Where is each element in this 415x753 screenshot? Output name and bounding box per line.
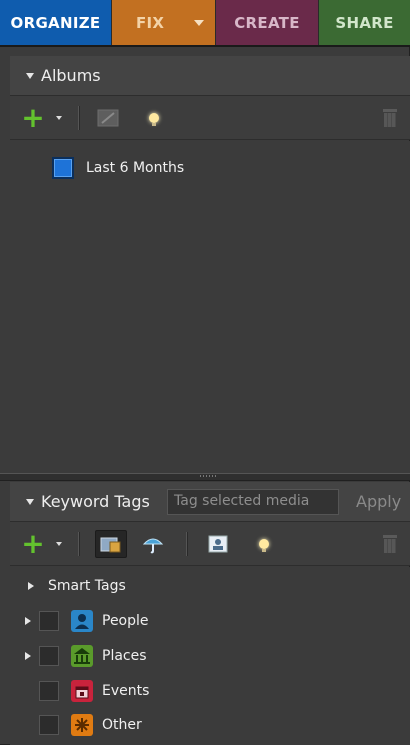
category-label: Events [102,683,150,699]
smart-tags-row[interactable]: Smart Tags [10,569,126,603]
toolbar-separator [186,532,188,556]
add-tag-menu-button[interactable] [54,522,64,565]
category-label: Other [102,717,142,733]
plus-icon: + [21,100,45,134]
tag-cloud-button[interactable] [138,522,168,565]
toolbar-separator [78,532,80,556]
add-album-button[interactable]: + [20,96,46,139]
events-icon [71,680,93,702]
albums-header[interactable]: Albums [10,56,410,96]
people-icon [71,610,93,632]
albums-toolbar: + [10,96,410,140]
lightbulb-icon [259,538,269,552]
other-icon [71,714,93,736]
people-view-button[interactable] [204,522,232,565]
splitter-grip-icon [200,475,216,477]
albums-list: Last 6 Months [10,141,410,473]
fix-dropdown-arrow-icon[interactable] [194,20,204,26]
tag-image-icon [100,537,121,552]
collapse-triangle-icon [26,72,34,79]
delete-tag-button[interactable] [380,522,400,565]
keyword-tags-header[interactable]: Keyword Tags Tag selected media Apply [10,482,410,522]
chevron-down-icon [56,541,62,546]
albums-title: Albums [41,66,101,85]
album-item-label: Last 6 Months [86,160,185,176]
tab-share-label: SHARE [335,13,394,32]
add-tag-button[interactable]: + [20,522,46,565]
category-checkbox[interactable] [39,611,59,631]
delete-album-button[interactable] [380,96,400,139]
tab-share[interactable]: SHARE [318,0,410,45]
tab-create[interactable]: CREATE [215,0,318,45]
keyword-toolbar: + [10,522,410,566]
tag-category-row[interactable]: Events [10,674,149,708]
chevron-down-icon [56,115,62,120]
tab-fix[interactable]: FIX [111,0,215,45]
category-label: People [102,613,149,629]
keyword-tags-title: Keyword Tags [41,492,150,511]
toolbar-separator [78,106,80,130]
album-item[interactable]: Last 6 Months [52,157,184,179]
add-album-menu-button[interactable] [54,96,64,139]
tag-category-row[interactable]: Places [10,639,147,673]
expand-triangle-icon[interactable] [25,652,31,660]
tab-create-label: CREATE [234,13,300,32]
keyword-view-button[interactable] [94,522,128,565]
trash-icon [383,108,397,127]
expand-triangle-icon[interactable] [25,617,31,625]
umbrella-icon [142,538,164,553]
tag-category-row[interactable]: People [10,604,149,638]
category-checkbox[interactable] [39,646,59,666]
person-card-icon [208,535,228,552]
trash-icon [383,534,397,553]
apply-button[interactable]: Apply [356,482,401,522]
expand-triangle-icon[interactable] [28,582,34,590]
category-label: Places [102,648,147,664]
keyword-tags-list: Smart Tags People Places Events Other [10,567,410,745]
panel-splitter[interactable] [0,473,410,481]
album-icon [52,157,74,179]
organizer-panel: ORGANIZE FIX CREATE SHARE Albums + Last … [0,0,410,745]
plus-icon: + [21,526,45,560]
lightbulb-icon [149,112,159,126]
category-checkbox[interactable] [39,715,59,735]
workspace-tabs: ORGANIZE FIX CREATE SHARE [0,0,410,47]
edit-album-button[interactable] [94,96,122,139]
tag-category-row[interactable]: Other [10,708,142,742]
collapse-triangle-icon [26,498,34,505]
tab-fix-label: FIX [136,13,165,32]
tag-search-input[interactable]: Tag selected media [167,489,339,515]
edit-album-icon [97,109,119,126]
tab-organize[interactable]: ORGANIZE [0,0,111,45]
tips-button[interactable] [144,96,164,139]
places-icon [71,645,93,667]
tips-button[interactable] [254,522,274,565]
category-checkbox[interactable] [39,681,59,701]
tab-organize-label: ORGANIZE [10,13,101,32]
smart-tags-label: Smart Tags [48,578,126,594]
